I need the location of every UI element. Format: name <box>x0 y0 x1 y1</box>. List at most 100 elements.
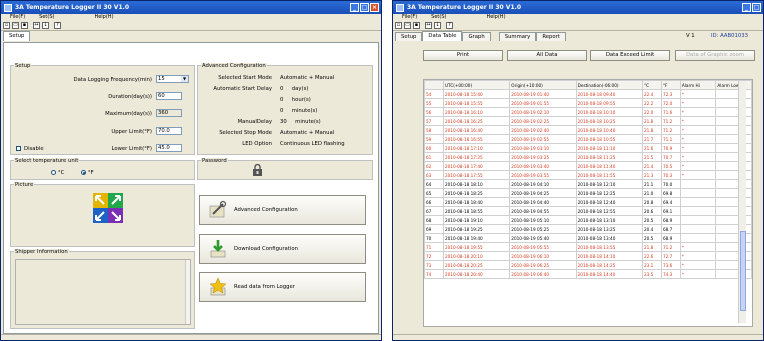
menu-set[interactable]: Set(S) <box>431 14 446 21</box>
menu-help[interactable]: Help(H) <box>486 14 505 21</box>
tab-setup[interactable]: Setup <box>395 32 423 41</box>
table-row[interactable]: 60 2010-08-18 17:10 2010-08-19 03:10 2010-0… <box>424 143 752 153</box>
open-icon[interactable]: ▭ <box>404 22 411 29</box>
maximize-button[interactable]: □ <box>360 3 369 12</box>
setup-window: 3A Temperature Logger II 30 V1.0 _ □ × F… <box>0 0 382 341</box>
table-cell: 2010-08-18 19:40 <box>442 233 511 243</box>
table-row[interactable]: 73 2010-08-18 20:25 2010-08-19 06:25 2010-0… <box>424 260 752 270</box>
table-cell: * <box>679 269 717 279</box>
tab-report[interactable]: Report <box>536 32 566 41</box>
table-row[interactable]: 70 2010-08-18 19:40 2010-08-19 05:40 2010-0… <box>424 233 752 243</box>
column-header[interactable]: °C <box>641 80 662 90</box>
download-icon[interactable]: ↓ <box>42 22 49 29</box>
table-row[interactable]: 62 2010-08-18 17:40 2010-08-19 03:40 2010-0… <box>424 161 752 171</box>
table-row[interactable]: 56 2010-08-18 16:10 2010-08-19 02:10 2010-0… <box>424 107 752 117</box>
table-vertical-scrollbar[interactable] <box>738 81 746 323</box>
table-row[interactable]: 61 2010-08-18 17:25 2010-08-19 03:25 2010-0… <box>424 152 752 162</box>
table-row[interactable]: 54 2010-08-18 15:40 2010-08-19 01:40 2010-0… <box>424 89 752 99</box>
save-icon[interactable]: ▪ <box>21 22 28 29</box>
table-row[interactable]: 55 2010-08-18 15:55 2010-08-19 01:55 2010-0… <box>424 98 752 108</box>
table-cell <box>715 242 752 252</box>
table-cell: 74.3 <box>660 269 681 279</box>
lock-icon[interactable] <box>252 164 263 177</box>
picture-group: Picture <box>10 182 195 247</box>
read-data-button[interactable]: Read data from Logger <box>199 272 366 302</box>
upper-limit-field[interactable]: 70.0 <box>156 127 182 135</box>
table-row[interactable]: 64 2010-08-18 18:10 2010-08-19 04:10 2010-0… <box>424 179 752 189</box>
column-header[interactable]: UTC(+00:00) <box>442 80 511 90</box>
menu-set[interactable]: Set(S) <box>39 14 54 21</box>
column-header[interactable]: Alarm Low <box>715 80 752 90</box>
shipper-scrollbar[interactable] <box>185 260 190 324</box>
menu-file[interactable]: File(F) <box>10 14 25 21</box>
tab-graph[interactable]: Graph <box>462 32 491 41</box>
table-row[interactable]: 68 2010-08-18 19:10 2010-08-19 05:10 2010-0… <box>424 215 752 225</box>
open-icon[interactable]: ▭ <box>12 22 19 29</box>
app-icon <box>4 3 12 12</box>
disable-checkbox[interactable] <box>16 146 21 151</box>
advanced-row-key: Selected Start Mode <box>218 75 272 81</box>
lower-limit-field[interactable]: 45.0 <box>156 144 182 152</box>
table-cell: 69.8 <box>660 188 681 198</box>
table-cell: 68 <box>424 215 444 225</box>
table-row[interactable]: 65 2010-08-18 18:25 2010-08-19 04:25 2010-0… <box>424 188 752 198</box>
arrows-picture-icon[interactable] <box>93 193 123 223</box>
data-exceed-limit-button[interactable]: Data Exceed Limit <box>590 50 670 61</box>
tab-setup[interactable]: Setup <box>3 31 31 41</box>
tab-summary[interactable]: Summary <box>498 32 537 41</box>
table-row[interactable]: 57 2010-08-18 16:25 2010-08-19 02:25 2010-0… <box>424 116 752 126</box>
advanced-configuration-button[interactable]: Advanced Configuration <box>199 195 366 225</box>
save-icon[interactable]: ▪ <box>413 22 420 29</box>
table-cell: 60 <box>424 143 444 153</box>
tab-data-table[interactable]: Data Table <box>422 31 463 41</box>
new-icon[interactable]: ▫ <box>395 22 402 29</box>
duration-field[interactable]: 60 <box>156 92 182 100</box>
column-header[interactable]: Alarm Hi <box>679 80 717 90</box>
table-row[interactable]: 74 2010-08-18 20:40 2010-08-19 06:40 2010-0… <box>424 269 752 279</box>
table-row[interactable]: 63 2010-08-18 17:55 2010-08-19 03:55 2010-0… <box>424 170 752 180</box>
minimize-button[interactable]: _ <box>350 3 359 12</box>
table-row[interactable]: 59 2010-08-18 16:55 2010-08-19 02:55 2010-0… <box>424 134 752 144</box>
maximum-label: Maximum(day(s)) <box>105 111 152 117</box>
advanced-row-value: 0 day(s) <box>280 86 309 92</box>
column-header[interactable]: Origin(+10:00) <box>509 80 577 90</box>
column-header[interactable]: Destination(-06:00) <box>575 80 643 90</box>
table-row[interactable]: 71 2010-08-18 19:55 2010-08-19 05:55 2010-0… <box>424 242 752 252</box>
all-data-button[interactable]: All Data <box>507 50 587 61</box>
table-cell <box>715 215 752 225</box>
freq-select[interactable]: 15 ▼ <box>156 75 189 83</box>
table-cell <box>715 269 752 279</box>
connect-icon[interactable]: ↔ <box>425 22 432 29</box>
table-row[interactable]: 58 2010-08-18 16:40 2010-08-19 02:40 2010-0… <box>424 125 752 135</box>
table-cell: 2010-08-19 06:25 <box>509 260 577 270</box>
close-button[interactable]: × <box>370 3 379 12</box>
table-row[interactable]: 66 2010-08-18 18:40 2010-08-19 04:40 2010-0… <box>424 197 752 207</box>
download-icon[interactable]: ↓ <box>434 22 441 29</box>
title-bar[interactable]: 3A Temperature Logger II 30 V1.0 _ □ <box>393 1 763 14</box>
connect-icon[interactable]: ↔ <box>33 22 40 29</box>
table-cell: 2010-08-18 13:25 <box>575 224 643 234</box>
table-row[interactable]: 72 2010-08-18 20:10 2010-08-19 06:10 2010-0… <box>424 251 752 261</box>
title-bar[interactable]: 3A Temperature Logger II 30 V1.0 _ □ × <box>1 1 381 14</box>
unit-fahrenheit-radio[interactable] <box>81 170 86 175</box>
table-row[interactable]: 69 2010-08-18 19:25 2010-08-19 05:25 2010-0… <box>424 224 752 234</box>
unit-celsius-radio[interactable] <box>51 170 56 175</box>
table-row[interactable]: 67 2010-08-18 18:55 2010-08-19 04:55 2010-0… <box>424 206 752 216</box>
column-header[interactable] <box>424 80 444 90</box>
column-header[interactable]: °F <box>660 80 681 90</box>
new-icon[interactable]: ▫ <box>3 22 10 29</box>
menu-help[interactable]: Help(H) <box>94 14 113 21</box>
print-button[interactable]: Print <box>423 50 503 61</box>
table-cell: 68.9 <box>660 233 681 243</box>
help-icon[interactable]: ? <box>446 22 453 29</box>
scrollbar-thumb[interactable] <box>740 231 746 311</box>
download-configuration-button[interactable]: Download Configuration <box>199 234 366 264</box>
shipper-group-title: Shipper Information <box>14 249 69 255</box>
shipper-textarea[interactable] <box>15 259 191 325</box>
menu-file[interactable]: File(F) <box>402 14 417 21</box>
help-icon[interactable]: ? <box>54 22 61 29</box>
maximize-button[interactable]: □ <box>752 3 761 12</box>
advanced-row-key: ManualDelay <box>237 119 272 125</box>
table-cell: * <box>679 170 717 180</box>
minimize-button[interactable]: _ <box>742 3 751 12</box>
